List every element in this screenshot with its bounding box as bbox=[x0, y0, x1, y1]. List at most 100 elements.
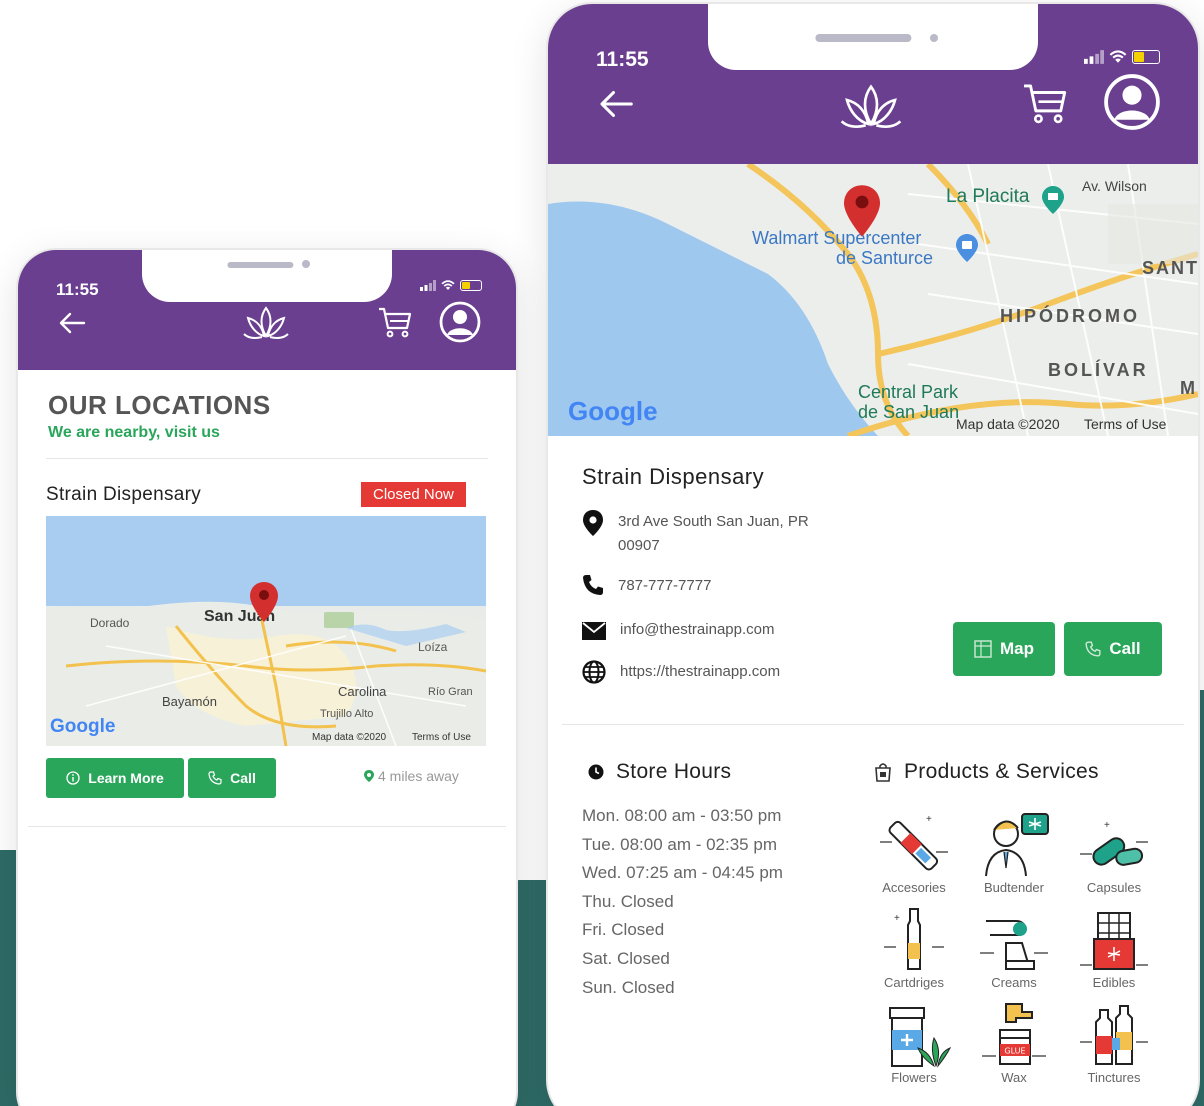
product-item-capsules[interactable]: + Capsules bbox=[1064, 812, 1164, 895]
store-hours-heading: Store Hours bbox=[588, 760, 731, 784]
status-time: 11:55 bbox=[596, 48, 649, 71]
email-address: info@thestrainapp.com bbox=[620, 621, 775, 638]
store-hours-list: Mon. 08:00 am - 03:50 pm Tue. 08:00 am -… bbox=[582, 806, 783, 1006]
product-item-tinctures[interactable]: Tinctures bbox=[1064, 1002, 1164, 1085]
cannabis-logo-icon[interactable] bbox=[243, 306, 289, 342]
signal-icon bbox=[420, 280, 436, 291]
map-button[interactable]: Map bbox=[953, 622, 1055, 676]
cartridge-icon: + bbox=[884, 908, 944, 970]
product-item-wax[interactable]: GLUE Wax bbox=[964, 1002, 1064, 1085]
map-label: de Santurce bbox=[836, 248, 934, 268]
budtender-icon bbox=[985, 813, 1049, 877]
products-title: Products & Services bbox=[904, 760, 1099, 783]
back-arrow-icon[interactable] bbox=[58, 312, 86, 334]
svg-text:+: + bbox=[1104, 820, 1110, 831]
product-item-budtender[interactable]: Budtender bbox=[964, 812, 1064, 895]
product-label: Edibles bbox=[1092, 975, 1136, 990]
distance-text: 4 miles away bbox=[378, 768, 459, 784]
globe-icon bbox=[582, 660, 606, 684]
hours-row: Thu. Closed bbox=[582, 891, 674, 911]
map-label: BOLÍVAR bbox=[1048, 360, 1149, 380]
hours-row: Tue. 08:00 am - 02:35 pm bbox=[582, 834, 777, 854]
product-item-cartdriges[interactable]: + Cartdriges bbox=[864, 907, 964, 990]
product-item-flowers[interactable]: Flowers bbox=[864, 1002, 964, 1085]
map-label: M bbox=[1180, 378, 1195, 398]
learn-more-label: Learn More bbox=[88, 770, 164, 786]
status-icons bbox=[420, 280, 482, 291]
divider bbox=[28, 826, 506, 827]
hours-row: Fri. Closed bbox=[582, 920, 665, 940]
location-map[interactable]: Dorado San Juan Loíza Bayamón Carolina T… bbox=[46, 516, 486, 746]
map-label: SANTU bbox=[1142, 258, 1198, 278]
product-item-creams[interactable]: Creams bbox=[964, 907, 1064, 990]
store-email[interactable]: info@thestrainapp.com bbox=[582, 618, 774, 642]
learn-more-button[interactable]: Learn More bbox=[46, 758, 184, 798]
app-header: 11:55 bbox=[548, 4, 1198, 164]
store-map[interactable]: La Placita Av. Wilson Walmart Supercente… bbox=[548, 164, 1198, 436]
capsules-icon: + bbox=[1080, 820, 1148, 866]
products-heading: Products & Services bbox=[874, 760, 1099, 784]
status-time: 11:55 bbox=[56, 280, 99, 299]
battery-icon bbox=[460, 280, 482, 291]
user-profile-icon[interactable] bbox=[1102, 72, 1162, 132]
map-terms-link[interactable]: Terms of Use bbox=[412, 732, 471, 743]
svg-text:+: + bbox=[926, 814, 932, 825]
map-tiles bbox=[46, 516, 486, 746]
user-profile-icon[interactable] bbox=[438, 300, 482, 344]
device-notch bbox=[708, 4, 1038, 70]
products-grid: + Accesories Budtender + Capsules + Cart… bbox=[864, 812, 1164, 1085]
store-name[interactable]: Strain Dispensary bbox=[46, 484, 201, 506]
map-label: Av. Wilson bbox=[1082, 178, 1147, 194]
product-label: Flowers bbox=[891, 1070, 937, 1085]
map-label: Dorado bbox=[90, 616, 130, 630]
product-label: Tinctures bbox=[1087, 1070, 1141, 1085]
map-icon bbox=[974, 640, 992, 658]
map-terms-link[interactable]: Terms of Use bbox=[1084, 416, 1166, 432]
divider bbox=[562, 724, 1184, 725]
phone-icon bbox=[208, 771, 222, 785]
edible-chocolate-icon bbox=[1080, 912, 1148, 970]
product-label: Capsules bbox=[1086, 880, 1142, 895]
store-website[interactable]: https://thestrainapp.com bbox=[582, 660, 780, 684]
cart-icon[interactable] bbox=[378, 306, 412, 338]
cart-icon[interactable] bbox=[1022, 82, 1068, 124]
clock-icon bbox=[588, 764, 604, 780]
status-icons bbox=[1084, 50, 1160, 64]
svg-text:+: + bbox=[894, 913, 900, 924]
hours-row: Sat. Closed bbox=[582, 948, 670, 968]
product-label: Accesories bbox=[882, 880, 946, 895]
map-label: HIPÓDROMO bbox=[1000, 306, 1141, 326]
cannabis-logo-icon[interactable] bbox=[840, 84, 902, 132]
call-button[interactable]: Call bbox=[1064, 622, 1162, 676]
product-item-accesories[interactable]: + Accesories bbox=[864, 812, 964, 895]
map-label: Central Park bbox=[858, 382, 959, 402]
hours-row: Wed. 07:25 am - 04:45 pm bbox=[582, 863, 783, 883]
battery-icon bbox=[1132, 50, 1160, 64]
device-notch bbox=[142, 250, 392, 302]
location-pin-icon bbox=[583, 510, 603, 536]
flower-jar-icon bbox=[889, 1007, 952, 1068]
map-label: La Placita bbox=[946, 186, 1030, 207]
back-arrow-icon[interactable] bbox=[598, 90, 634, 118]
svg-text:GLUE: GLUE bbox=[1004, 1047, 1025, 1056]
store-phone[interactable]: 787-777-7777 bbox=[582, 574, 711, 598]
google-logo: Google bbox=[50, 716, 116, 737]
shopping-bag-icon bbox=[875, 763, 891, 782]
shopping-pin-icon bbox=[956, 234, 978, 262]
address-line-1: 3rd Ave South San Juan, PR bbox=[618, 513, 809, 530]
map-label: Walmart Supercenter bbox=[752, 228, 922, 248]
store-hours-title: Store Hours bbox=[616, 760, 732, 783]
product-label: Budtender bbox=[984, 880, 1044, 895]
phone-icon bbox=[583, 575, 603, 595]
hours-row: Mon. 08:00 am - 03:50 pm bbox=[582, 806, 782, 825]
map-label: Trujillo Alto bbox=[320, 708, 374, 720]
tincture-bottles-icon bbox=[1080, 1005, 1148, 1065]
call-button[interactable]: Call bbox=[188, 758, 276, 798]
hours-row: Sun. Closed bbox=[582, 977, 675, 997]
product-label: Cartdriges bbox=[884, 975, 944, 990]
product-item-edibles[interactable]: Edibles bbox=[1064, 907, 1164, 990]
call-button-label: Call bbox=[1109, 639, 1141, 658]
map-pin-icon bbox=[250, 582, 278, 622]
map-credit: Map data ©2020 bbox=[312, 732, 387, 743]
wax-jar-icon: GLUE bbox=[982, 1003, 1046, 1065]
